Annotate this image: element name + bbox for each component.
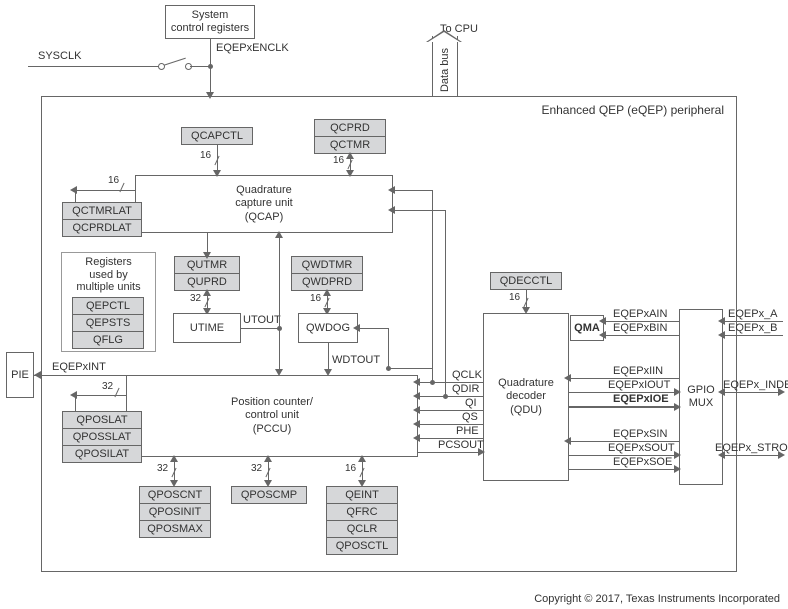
qdu-block: Quadrature decoder (QDU) <box>483 313 569 481</box>
utout-label: UTOUT <box>243 314 281 326</box>
eqepxbin-label: EQEPxBIN <box>613 322 667 334</box>
eqepxioe-label: EQEPxIOE <box>613 393 669 405</box>
diagram-canvas: System control registers EQEPxENCLK SYSC… <box>0 0 788 609</box>
gpio-mux-block: GPIO MUX <box>679 309 723 485</box>
regs-box-title: Registers used by multiple units <box>62 253 155 294</box>
qdir-label: QDIR <box>452 383 480 395</box>
eqepxint-label: EQEPxINT <box>52 361 106 373</box>
phe-label: PHE <box>456 425 479 437</box>
eqepx-a-label: EQEPx_A <box>728 308 778 320</box>
qcprd-register: QCPRD <box>314 119 386 137</box>
qs-label: QS <box>462 411 478 423</box>
qepctl-register: QEPCTL <box>72 297 144 315</box>
qposslat-register: QPOSSLAT <box>62 428 142 446</box>
qwdog-block: QWDOG <box>298 313 358 343</box>
pie-box: PIE <box>6 352 34 398</box>
bus-width-16-3: 16 <box>108 175 119 186</box>
eqepxain-label: EQEPxAIN <box>613 308 667 320</box>
eqepxsoe-label: EQEPxSOE <box>613 456 672 468</box>
qfrc-register: QFRC <box>326 503 398 521</box>
qi-label: QI <box>465 397 477 409</box>
qclk-label: QCLK <box>452 369 482 381</box>
utime-block: UTIME <box>173 313 241 343</box>
bus-width-32-1: 32 <box>190 293 201 304</box>
bus-width-16-4: 16 <box>310 293 321 304</box>
eqepx-index-label: EQEPx_INDEX <box>723 379 788 391</box>
wdtout-label: WDTOUT <box>332 354 380 366</box>
qcap-block: Quadrature capture unit (QCAP) <box>135 175 393 233</box>
bus-width-16-1: 16 <box>200 150 211 161</box>
qepsts-register: QEPSTS <box>72 314 144 332</box>
bus-width-32-3: 32 <box>157 463 168 474</box>
qposcnt-register: QPOSCNT <box>139 486 211 504</box>
peripheral-title: Enhanced QEP (eQEP) peripheral <box>541 103 724 117</box>
copyright-text: Copyright © 2017, Texas Instruments Inco… <box>534 593 780 605</box>
eqepxiin-label: EQEPxIIN <box>613 365 663 377</box>
system-control-registers-box: System control registers <box>165 5 255 39</box>
eqepxenclk-label: EQEPxENCLK <box>216 42 289 54</box>
qflg-register: QFLG <box>72 331 144 349</box>
bus-width-16-2: 16 <box>333 155 344 166</box>
bus-width-16-6: 16 <box>509 292 520 303</box>
eqepxiout-label: EQEPxIOUT <box>608 379 670 391</box>
sysclk-label: SYSCLK <box>38 50 81 62</box>
data-bus-label: Data bus <box>439 48 451 92</box>
qclr-register: QCLR <box>326 520 398 538</box>
eqepx-strobe-label: EQEPx_STROBE <box>715 442 788 454</box>
qeint-register: QEINT <box>326 486 398 504</box>
bus-width-16-5: 16 <box>345 463 356 474</box>
qcprdlat-register: QCPRDLAT <box>62 219 142 237</box>
qwdtmr-register: QWDTMR <box>291 256 363 274</box>
pccu-block: Position counter/ control unit (PCCU) <box>126 375 418 457</box>
pcsout-label: PCSOUT <box>438 439 484 451</box>
qdecctl-register: QDECCTL <box>490 272 562 290</box>
bus-width-32-2: 32 <box>102 381 113 392</box>
qposilat-register: QPOSILAT <box>62 445 142 463</box>
qposctl-register: QPOSCTL <box>326 537 398 555</box>
eqepxsout-label: EQEPxSOUT <box>608 442 675 454</box>
qposcmp-register: QPOSCMP <box>231 486 307 504</box>
qposlat-register: QPOSLAT <box>62 411 142 429</box>
qcapctl-register: QCAPCTL <box>181 127 253 145</box>
qposinit-register: QPOSINIT <box>139 503 211 521</box>
qctmrlat-register: QCTMRLAT <box>62 202 142 220</box>
qposmax-register: QPOSMAX <box>139 520 211 538</box>
bus-width-32-4: 32 <box>251 463 262 474</box>
eqepxsin-label: EQEPxSIN <box>613 428 667 440</box>
eqepx-b-label: EQEPx_B <box>728 322 778 334</box>
